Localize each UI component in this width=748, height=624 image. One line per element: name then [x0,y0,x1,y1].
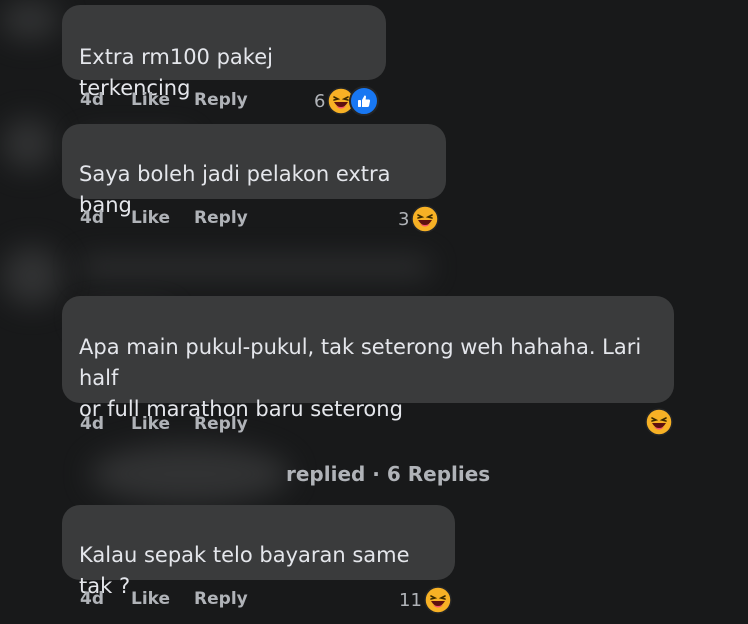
blurred-avatar [2,118,54,170]
reaction-summary[interactable]: 3 [398,205,440,233]
reaction-count: 11 [399,589,422,611]
like-button[interactable]: Like [131,414,170,434]
like-button[interactable]: Like [131,90,170,110]
thumbs-up-icon [358,95,371,107]
comment-actions: 4d Like Reply [80,414,248,434]
comment-bubble: Apa main pukul-pukul, tak seterong weh h… [62,296,674,421]
comment-timestamp[interactable]: 4d [80,208,104,228]
haha-emoji-icon [424,586,452,614]
comment-bubble: Extra rm100 pakej terkencing [62,5,386,100]
reaction-summary[interactable] [643,408,673,436]
blurred-name [80,258,430,276]
reaction-count: 6 [314,90,326,112]
comment-actions: 4d Like Reply [80,90,248,110]
comment-bubble: Saya boleh jadi pelakon extra bang [62,124,446,217]
comment-timestamp[interactable]: 4d [80,90,104,110]
reply-button[interactable]: Reply [194,589,248,609]
reaction-count: 3 [398,208,410,230]
reply-button[interactable]: Reply [194,90,248,110]
comment-actions: 4d Like Reply [80,208,248,228]
reaction-summary[interactable]: 11 [399,586,452,614]
comment-bubble: Kalau sepak telo bayaran same tak ? [62,505,455,598]
comment-thread: Extra rm100 pakej terkencing 4d Like Rep… [0,0,748,624]
comment-text: Apa main pukul-pukul, tak seterong weh h… [79,335,642,421]
comment-text: Kalau sepak telo bayaran same tak ? [79,543,410,598]
blurred-avatar [0,0,60,40]
blurred-avatar [90,444,290,504]
reply-button[interactable]: Reply [194,414,248,434]
like-button[interactable]: Like [131,589,170,609]
like-button[interactable]: Like [131,208,170,228]
like-icon [349,86,380,116]
reply-button[interactable]: Reply [194,208,248,228]
comment-timestamp[interactable]: 4d [80,414,104,434]
comment-timestamp[interactable]: 4d [80,589,104,609]
haha-emoji-icon [645,408,673,436]
view-replies-link[interactable]: replied · 6 Replies [286,462,490,486]
comment-actions: 4d Like Reply [80,589,248,609]
haha-emoji-icon [411,205,440,233]
reaction-summary[interactable]: 6 [314,86,380,116]
blurred-avatar [2,246,62,306]
comment-text: Saya boleh jadi pelakon extra bang [79,162,391,217]
